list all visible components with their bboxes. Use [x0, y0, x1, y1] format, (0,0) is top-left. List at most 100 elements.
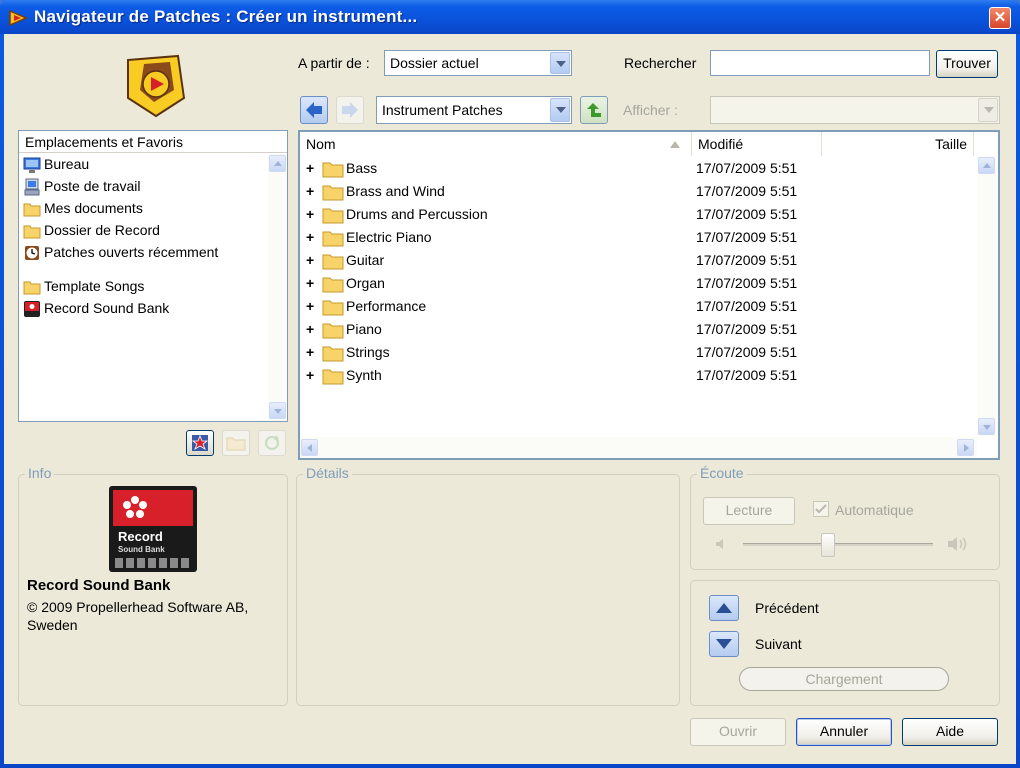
file-row[interactable]: + Performance 17/07/2009 5:51: [306, 296, 826, 319]
file-row-name: Synth: [346, 367, 382, 383]
folder-icon: [322, 254, 344, 270]
forward-button[interactable]: [336, 96, 364, 124]
file-row-modified: 17/07/2009 5:51: [696, 367, 798, 383]
file-row-modified: 17/07/2009 5:51: [696, 206, 798, 222]
file-row-modified: 17/07/2009 5:51: [696, 298, 798, 314]
file-row[interactable]: + Organ 17/07/2009 5:51: [306, 273, 826, 296]
search-label: Rechercher: [624, 55, 697, 71]
column-header-label: Nom: [306, 136, 336, 152]
expand-toggle[interactable]: +: [306, 252, 318, 268]
info-item-name: Record Sound Bank: [27, 577, 171, 594]
scroll-right-button[interactable]: [957, 439, 974, 456]
badge-red-band: [113, 490, 193, 526]
volume-slider-thumb[interactable]: [821, 533, 835, 557]
record-bank-icon: [24, 301, 40, 317]
open-button[interactable]: Ouvrir: [690, 718, 786, 746]
file-row[interactable]: + Drums and Percussion 17/07/2009 5:51: [306, 204, 826, 227]
chevron-down-icon[interactable]: [550, 52, 570, 74]
folder-icon: [322, 369, 344, 385]
location-combo[interactable]: Instrument Patches: [376, 96, 572, 124]
chevron-down-icon[interactable]: [550, 98, 570, 122]
cancel-button[interactable]: Annuler: [796, 718, 892, 746]
column-header-name[interactable]: Nom: [300, 132, 692, 156]
chevron-down-icon[interactable]: [978, 98, 998, 122]
favorite-item-label: Record Sound Bank: [44, 300, 170, 316]
file-row-modified: 17/07/2009 5:51: [696, 229, 798, 245]
location-item-computer[interactable]: Poste de travail: [23, 177, 263, 197]
badge-stripes: [115, 558, 191, 568]
badge-word: Record: [118, 529, 163, 544]
locations-scrollbar[interactable]: [268, 154, 287, 421]
column-header-label: Modifié: [698, 136, 744, 152]
file-row-modified: 17/07/2009 5:51: [696, 275, 798, 291]
play-button[interactable]: Lecture: [703, 497, 795, 525]
expand-toggle[interactable]: +: [306, 229, 318, 245]
info-country: Sweden: [27, 617, 78, 633]
from-combo[interactable]: Dossier actuel: [384, 50, 572, 76]
file-list-vertical-scrollbar[interactable]: [977, 156, 996, 436]
file-row[interactable]: + Guitar 17/07/2009 5:51: [306, 250, 826, 273]
scroll-up-button[interactable]: [978, 157, 995, 174]
back-button[interactable]: [300, 96, 328, 124]
file-row-modified: 17/07/2009 5:51: [696, 321, 798, 337]
file-row[interactable]: + Synth 17/07/2009 5:51: [306, 365, 826, 388]
expand-toggle[interactable]: +: [306, 344, 318, 360]
show-label: Afficher :: [623, 102, 678, 118]
location-item-documents[interactable]: Mes documents: [23, 199, 263, 219]
from-combo-value: Dossier actuel: [390, 55, 479, 71]
scroll-up-button[interactable]: [269, 155, 286, 172]
location-item-label: Bureau: [44, 156, 90, 172]
column-header-size[interactable]: Taille: [822, 132, 974, 156]
file-row[interactable]: + Strings 17/07/2009 5:51: [306, 342, 826, 365]
folder-icon: [322, 185, 344, 201]
new-folder-favorite-button[interactable]: [222, 430, 250, 456]
column-header-label: Taille: [935, 136, 967, 152]
search-input[interactable]: [710, 50, 930, 76]
location-item-desktop[interactable]: Bureau: [23, 155, 263, 175]
info-group: Info Record Sound Bank Record Sound Bank…: [18, 465, 288, 706]
expand-toggle[interactable]: +: [306, 160, 318, 176]
column-header-modified[interactable]: Modifié: [692, 132, 822, 156]
previous-button[interactable]: [709, 595, 739, 621]
refresh-icon: [265, 435, 279, 450]
location-item-record-folder[interactable]: Dossier de Record: [23, 221, 263, 241]
refresh-favorite-button[interactable]: [258, 430, 286, 456]
folder-icon: [23, 281, 41, 295]
expand-toggle[interactable]: +: [306, 367, 318, 383]
scroll-left-button[interactable]: [301, 439, 318, 456]
expand-toggle[interactable]: +: [306, 275, 318, 291]
file-row[interactable]: + Electric Piano 17/07/2009 5:51: [306, 227, 826, 250]
from-label: A partir de :: [298, 55, 370, 71]
scroll-down-button[interactable]: [269, 402, 286, 419]
file-list-horizontal-scrollbar[interactable]: [300, 437, 977, 458]
location-item-recent[interactable]: Patches ouverts récemment: [23, 243, 263, 263]
expand-toggle[interactable]: +: [306, 298, 318, 314]
find-button[interactable]: Trouver: [936, 50, 998, 78]
next-button[interactable]: [709, 631, 739, 657]
title-bar[interactable]: Navigateur de Patches : Créer un instrum…: [0, 0, 1020, 34]
expand-toggle[interactable]: +: [306, 183, 318, 199]
favorite-item-label: Template Songs: [44, 278, 145, 294]
info-group-title: Info: [25, 465, 55, 481]
file-row[interactable]: + Bass 17/07/2009 5:51: [306, 158, 826, 181]
folder-icon: [322, 277, 344, 293]
expand-toggle[interactable]: +: [306, 321, 318, 337]
parent-folder-button[interactable]: [580, 96, 608, 124]
navigation-group: Précédent Suivant Chargement: [690, 580, 1000, 706]
folder-icon: [322, 300, 344, 316]
close-button[interactable]: ✕: [989, 7, 1011, 29]
show-combo[interactable]: [710, 96, 1000, 124]
auto-checkbox[interactable]: [813, 501, 829, 517]
volume-slider-track[interactable]: [743, 543, 933, 546]
favorite-item-record-sound-bank[interactable]: Record Sound Bank: [23, 299, 263, 319]
favorite-item-template-songs[interactable]: Template Songs: [23, 277, 263, 297]
file-row-name: Piano: [346, 321, 382, 337]
scroll-down-button[interactable]: [978, 418, 995, 435]
details-group-title: Détails: [303, 465, 352, 481]
file-row[interactable]: + Brass and Wind 17/07/2009 5:51: [306, 181, 826, 204]
add-favorite-button[interactable]: [186, 430, 214, 456]
expand-toggle[interactable]: +: [306, 206, 318, 222]
file-row-modified: 17/07/2009 5:51: [696, 160, 798, 176]
file-row[interactable]: + Piano 17/07/2009 5:51: [306, 319, 826, 342]
help-button[interactable]: Aide: [902, 718, 998, 746]
